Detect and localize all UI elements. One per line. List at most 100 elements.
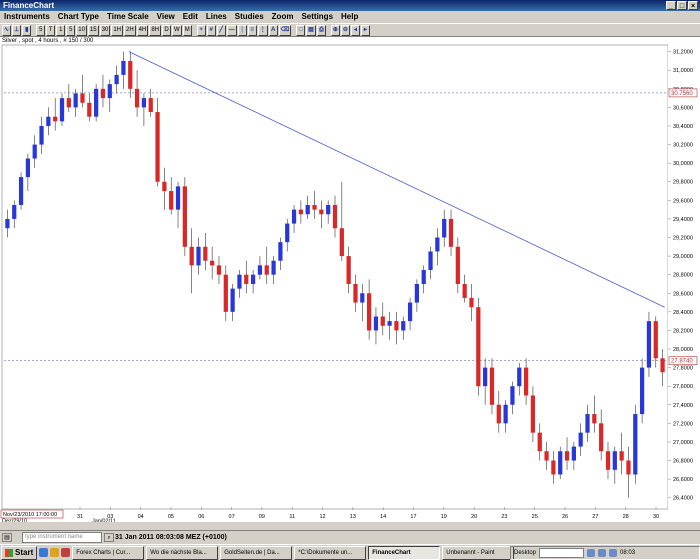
task-forex-charts[interactable]: Forex Charts | Cur... [72,545,145,560]
start-button[interactable]: Start [1,545,38,560]
cursor-date-label: Nov/23/2010 17:00:00 [3,512,57,518]
candle-down [476,307,481,387]
timescale-5-button[interactable]: 5 [36,24,46,36]
timescale-2h-button[interactable]: 2H [124,24,136,36]
menu-time-scale[interactable]: Time Scale [103,11,153,23]
print-icon[interactable]: ⎙ [316,24,326,36]
price-tick-label: 31,0000 [673,68,693,74]
timescale-30-button[interactable]: 30 [99,24,111,36]
grid-icon[interactable]: # [206,24,216,36]
candle-chart-icon[interactable]: ▮ [22,24,32,36]
fibonacci-icon[interactable]: ⋮ [257,24,268,36]
task-paint[interactable]: Unbenannt - Paint [442,545,515,560]
task-dokumente[interactable]: *C:\Dokumente un... [294,545,367,560]
candle-up [5,218,10,229]
search-icon[interactable]: ⌕ [104,533,114,542]
timescale-10-button[interactable]: 10 [76,24,87,36]
timescale-5m-button[interactable]: 5 [66,24,76,36]
menu-bar: Instruments Chart Type Time Scale View E… [0,11,700,23]
candle-up [278,242,283,261]
zoom-out-icon[interactable]: ⊖ [340,24,350,36]
time-tick-label: 13 [350,514,356,520]
candle-down [367,293,372,331]
chart-title: Silver , spot , 4 hours , # 150 / 300 [2,38,94,44]
timescale-15-button[interactable]: 15 [87,24,99,36]
volume-icon[interactable] [598,549,607,557]
scroll-left-icon[interactable]: ◂ [350,24,360,36]
menu-edit[interactable]: Edit [179,11,202,23]
candle-up [25,158,31,178]
task-goldseiten[interactable]: GoldSeiten.de | Da... [220,545,293,560]
eraser-icon[interactable]: ⌫ [278,24,292,36]
candle-down [148,98,153,113]
price-tick-label: 30,6000 [673,105,693,111]
price-tick-label: 28,4000 [673,310,693,316]
network-icon[interactable] [587,549,596,557]
desktop-address-box[interactable] [539,548,585,558]
antivirus-icon[interactable] [609,549,618,557]
price-tick-label: 27,8000 [673,366,693,372]
trendline-icon[interactable]: ╱ [216,24,226,36]
time-tick-label: 19 [441,514,447,520]
timescale-1-button[interactable]: 1 [56,24,66,36]
candle-down [619,451,624,461]
time-tick-label: 26 [562,514,568,520]
price-tick-label: 29,2000 [673,236,693,242]
folder-icon[interactable]: ▤ [2,533,12,542]
time-tick-label: 30 [653,514,659,520]
bar-chart-icon[interactable]: ⊥ [12,24,22,36]
candle-up [250,274,256,284]
line-chart-icon[interactable]: ∿ [2,24,12,36]
candle-down [162,181,167,192]
task-wo-die-naechste[interactable]: Wo die nächste Bla... [146,545,219,560]
channel-icon[interactable]: ≡ [247,24,257,36]
crosshair-icon[interactable]: + [196,24,206,36]
time-tick-label: 17 [410,514,416,520]
open-icon[interactable]: ▤ [306,24,316,36]
timescale-4h-button[interactable]: 4H [136,24,149,36]
menu-settings[interactable]: Settings [297,11,337,23]
horizontal-line-icon[interactable]: — [226,24,237,36]
task-financechart[interactable]: FinanceChart [368,545,441,560]
zoom-in-icon[interactable]: ⊕ [330,24,340,36]
candle-up [271,260,276,275]
candle-down [489,367,495,405]
timescale-m-button[interactable]: M [182,24,192,36]
browser-icon[interactable] [39,548,49,557]
candle-up [46,116,51,126]
timescale-8h-button[interactable]: 8H [149,24,162,36]
menu-lines[interactable]: Lines [202,11,231,23]
candle-up [428,251,433,271]
maximize-button[interactable]: □ [677,1,687,10]
candle-up [12,204,17,219]
menu-instruments[interactable]: Instruments [0,11,54,23]
menu-zoom[interactable]: Zoom [268,11,298,23]
new-icon[interactable]: □ [296,24,306,36]
menu-chart-type[interactable]: Chart Type [54,11,103,23]
instrument-search-input[interactable]: type instrument name [22,532,102,543]
price-tick-label: 28,8000 [673,273,693,279]
time-tick-label: 25 [532,514,538,520]
timescale-d-button[interactable]: D [162,24,172,36]
menu-help[interactable]: Help [337,11,362,23]
close-button[interactable]: × [688,1,698,10]
candle-down [455,246,460,284]
text-tool-icon[interactable]: A [268,24,278,36]
timescale-1h-button[interactable]: 1H [111,24,123,36]
chart-panel[interactable]: Silver , spot , 4 hours , # 150 / 300 31… [0,37,700,525]
price-tick-label: 28,6000 [673,291,693,297]
scroll-right-icon[interactable]: ▸ [360,24,370,36]
candle-down [544,451,549,461]
minimize-button[interactable]: _ [666,1,676,10]
timescale-t-button[interactable]: T [46,24,56,36]
candle-up [585,414,590,433]
timescale-w-button[interactable]: W [172,24,182,36]
media-icon[interactable] [61,548,71,557]
explorer-icon[interactable] [50,548,60,557]
vertical-line-icon[interactable]: │ [237,24,247,36]
price-tag-value: 30.7560 [671,91,693,97]
candlestick-chart[interactable]: 31,200031,000030,800030,600030,400030,20… [0,37,700,525]
menu-view[interactable]: View [153,11,179,23]
menu-studies[interactable]: Studies [231,11,268,23]
system-tray: Desktop 08:03 [510,546,700,560]
